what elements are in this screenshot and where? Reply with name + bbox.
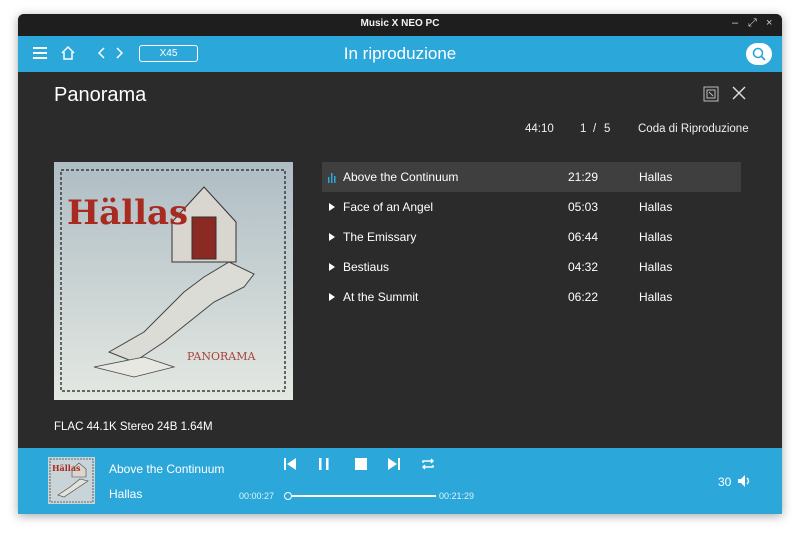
- album-title: Panorama: [54, 84, 147, 106]
- album-cover: Hällas PANORAMA: [54, 162, 293, 400]
- title-bar: Music X NEO PC – ⤢ ×: [18, 14, 782, 36]
- previous-icon[interactable]: [284, 457, 296, 471]
- total-duration: 44:10: [525, 123, 554, 135]
- track-row[interactable]: Face of an Angel 05:03 Hallas: [322, 192, 741, 222]
- audio-format: FLAC 44.1K Stereo 24B 1.64M: [54, 421, 213, 433]
- play-icon[interactable]: [328, 261, 336, 273]
- track-row[interactable]: Above the Continuum 21:29 Hallas: [322, 162, 741, 192]
- queue-link[interactable]: Coda di Riproduzione: [638, 123, 749, 135]
- volume-icon[interactable]: [737, 474, 751, 488]
- now-playing-panel: Panorama 44:10 1 / 5 Coda di Riproduzion…: [18, 72, 782, 448]
- track-artist: Hallas: [639, 200, 673, 214]
- pause-icon[interactable]: [318, 457, 330, 471]
- track-list: Above the Continuum 21:29 Hallas Face of…: [322, 162, 741, 312]
- album-info-icon[interactable]: [703, 86, 719, 102]
- search-button[interactable]: [746, 43, 772, 65]
- progress-bar[interactable]: [284, 492, 436, 500]
- restore-icon[interactable]: ⤢: [748, 17, 757, 30]
- track-name: The Emissary: [343, 230, 417, 244]
- track-row[interactable]: Bestiaus 04:32 Hallas: [322, 252, 741, 282]
- close-icon[interactable]: [731, 85, 747, 101]
- stop-icon[interactable]: [354, 457, 368, 471]
- now-playing-title: Above the Continuum: [109, 462, 225, 476]
- track-artist: Hallas: [639, 170, 673, 184]
- play-icon[interactable]: [328, 201, 336, 213]
- track-name: At the Summit: [343, 290, 419, 304]
- volume-level: 30: [718, 475, 732, 489]
- cover-band-text: Hällas: [67, 193, 188, 233]
- queue-position: 1: [580, 123, 587, 135]
- elapsed-time: 00:00:27: [239, 491, 275, 501]
- search-icon: [752, 47, 766, 61]
- track-artist: Hallas: [639, 230, 673, 244]
- track-artist: Hallas: [639, 290, 673, 304]
- track-name: Face of an Angel: [343, 200, 434, 214]
- next-icon[interactable]: [388, 457, 400, 471]
- playing-indicator-icon: [328, 173, 336, 183]
- total-time: 00:21:29: [439, 491, 475, 501]
- thumbnail-art: Hällas: [48, 457, 95, 504]
- window-title: Music X NEO PC: [360, 18, 440, 29]
- player-thumbnail[interactable]: Hällas: [48, 457, 95, 504]
- track-row[interactable]: The Emissary 06:44 Hallas: [322, 222, 741, 252]
- close-window-icon[interactable]: ×: [766, 17, 772, 29]
- track-duration: 04:32: [568, 260, 599, 274]
- queue-separator: /: [593, 123, 597, 135]
- track-name: Above the Continuum: [343, 170, 459, 184]
- track-artist: Hallas: [639, 260, 673, 274]
- page-heading: In riproduzione: [343, 44, 457, 63]
- album-cover-art: Hällas PANORAMA: [54, 162, 293, 400]
- progress-handle[interactable]: [284, 492, 293, 500]
- now-playing-artist: Hallas: [109, 487, 143, 501]
- play-icon[interactable]: [328, 231, 336, 243]
- track-duration: 06:44: [568, 230, 599, 244]
- app-window: Music X NEO PC – ⤢ × X45 In riproduzione…: [18, 14, 782, 514]
- track-duration: 06:22: [568, 290, 599, 304]
- play-icon[interactable]: [328, 291, 336, 303]
- minimize-icon[interactable]: –: [732, 17, 738, 29]
- track-duration: 05:03: [568, 200, 599, 214]
- player-bar: Hällas Above the Continuum Hallas 00:00:…: [18, 448, 782, 514]
- thumbnail-band-text: Hällas: [52, 463, 81, 473]
- track-row[interactable]: At the Summit 06:22 Hallas: [322, 282, 741, 312]
- track-duration: 21:29: [568, 170, 599, 184]
- queue-count: 5: [604, 123, 611, 135]
- repeat-icon[interactable]: [420, 457, 436, 471]
- top-toolbar: X45 In riproduzione: [18, 36, 782, 72]
- track-name: Bestiaus: [343, 260, 390, 274]
- cover-album-text: PANORAMA: [187, 350, 256, 363]
